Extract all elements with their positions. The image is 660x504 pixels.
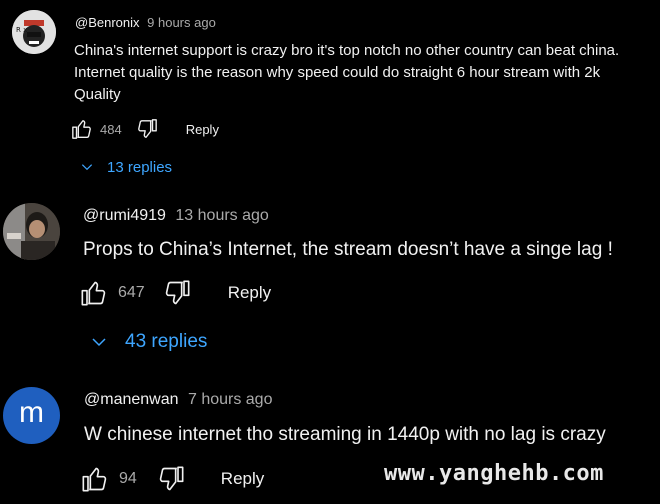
comment-line: Internet quality is the reason why speed…	[74, 64, 601, 81]
chevron-down-icon	[81, 164, 93, 171]
avatar-photo-icon	[3, 203, 60, 260]
avatar-benronix[interactable]: R x	[12, 10, 56, 54]
comment-line: China's internet support is crazy bro it…	[74, 42, 620, 59]
replies-label: 43 replies	[125, 331, 208, 352]
comment-line: Quality	[74, 86, 121, 103]
thumbs-down-icon	[137, 119, 157, 138]
comment-line: Props to China’s Internet, the stream do…	[83, 239, 613, 260]
like-button[interactable]	[81, 465, 109, 493]
author-handle[interactable]: @rumi4919	[83, 207, 166, 224]
avatar-character-icon: R x	[12, 10, 56, 54]
timestamp[interactable]: 9 hours ago	[147, 15, 216, 30]
dislike-button[interactable]	[136, 118, 158, 140]
thumbs-down-icon	[159, 466, 184, 491]
avatar-manenwan[interactable]: m	[3, 387, 60, 444]
avatar-letter: m	[19, 395, 44, 429]
comment-actions: 484 Reply	[71, 117, 219, 141]
comment-meta: @Benronix 9 hours ago	[75, 15, 216, 30]
reply-button[interactable]: Reply	[186, 122, 219, 137]
replies-label: 13 replies	[107, 158, 173, 176]
comment-text: China's internet support is crazy bro it…	[74, 40, 660, 106]
comment-meta: @rumi4919 13 hours ago	[83, 207, 269, 225]
like-count: 94	[119, 470, 137, 487]
author-handle[interactable]: @manenwan	[84, 391, 179, 408]
watermark: www.yanghehb.com	[384, 461, 604, 486]
like-count: 484	[100, 121, 122, 137]
comment-line: W chinese internet tho streaming in 1440…	[84, 424, 606, 445]
like-count: 647	[118, 284, 145, 301]
reply-button[interactable]: Reply	[221, 469, 264, 489]
dislike-button[interactable]	[163, 279, 191, 307]
thumbs-up-icon	[81, 281, 106, 306]
timestamp[interactable]: 13 hours ago	[175, 207, 268, 224]
thumbs-up-icon	[72, 120, 91, 139]
timestamp[interactable]: 7 hours ago	[188, 391, 273, 408]
chevron-down-icon	[92, 338, 106, 347]
comment-actions: 647 Reply	[80, 278, 271, 308]
like-button[interactable]	[71, 118, 93, 140]
like-button[interactable]	[80, 279, 108, 307]
comment-meta: @manenwan 7 hours ago	[84, 391, 272, 409]
avatar-rumi4919[interactable]	[3, 203, 60, 260]
view-replies-button[interactable]: 43 replies	[90, 329, 207, 355]
thumbs-up-icon	[82, 467, 107, 492]
comment-text: W chinese internet tho streaming in 1440…	[84, 422, 660, 448]
author-handle[interactable]: @Benronix	[75, 15, 140, 30]
dislike-button[interactable]	[157, 465, 185, 493]
reply-button[interactable]: Reply	[228, 283, 271, 303]
thumbs-down-icon	[165, 280, 190, 305]
view-replies-button[interactable]: 13 replies	[80, 157, 172, 177]
svg-text:R x: R x	[16, 26, 27, 34]
comment-text: Props to China’s Internet, the stream do…	[83, 237, 660, 263]
comment-actions: 94 Reply	[81, 464, 264, 494]
